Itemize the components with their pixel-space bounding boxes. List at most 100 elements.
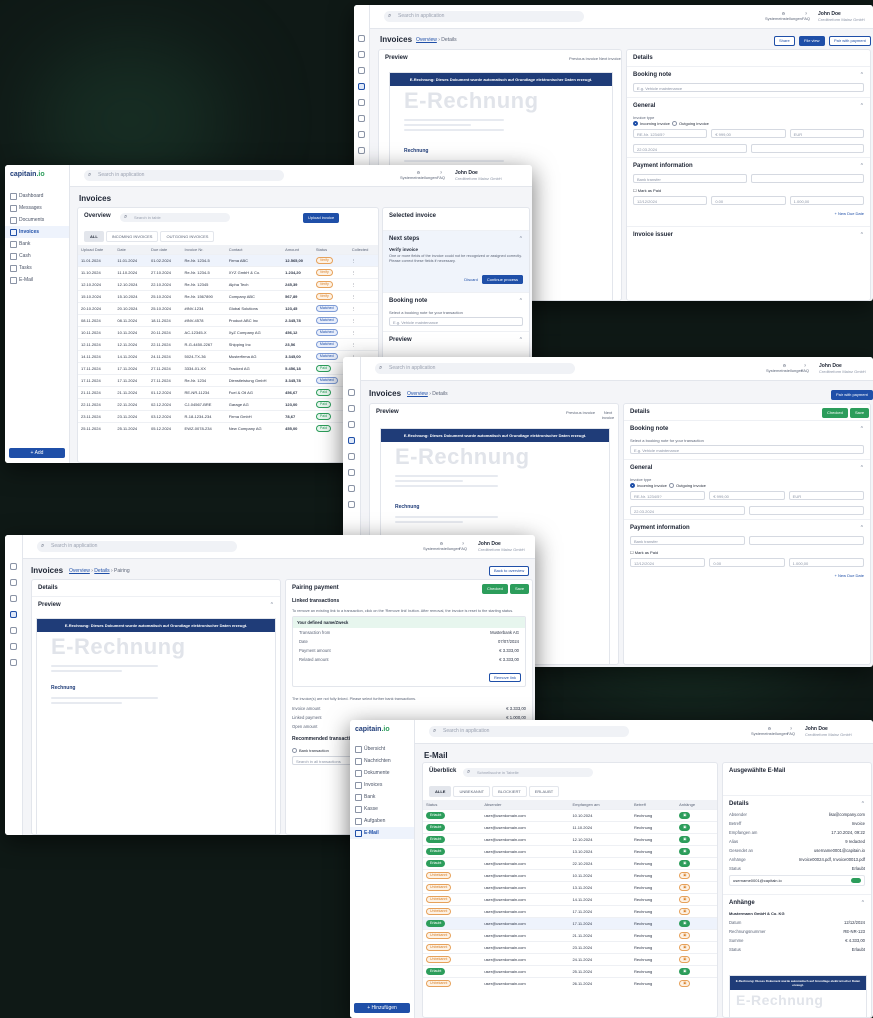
table-row[interactable]: 22.11.2024 22.11.2024 02.12.2024 CJ-04567-B… xyxy=(78,398,378,411)
tab-unbekannt[interactable]: UNBEKANNT xyxy=(453,786,491,797)
dashboard-icon[interactable] xyxy=(358,35,365,42)
tab-all[interactable]: ALL xyxy=(84,231,104,242)
crumb-overview[interactable]: Overview xyxy=(69,568,90,574)
table-search-input[interactable]: Search in table xyxy=(120,213,230,222)
sidebar-item-email[interactable]: E-Mail xyxy=(5,274,69,286)
more-icon[interactable]: ⋮ xyxy=(348,338,378,351)
table-row[interactable]: Erlaubt user@userdomain.com 17.11.2024 Rech… xyxy=(423,917,717,930)
table-row[interactable]: 11.10.2024 11.10.2024 27.10.2024 Re-Nr. 123… xyxy=(78,266,378,279)
sidebar-item-bersicht[interactable]: Übersicht xyxy=(350,743,414,755)
documents-icon[interactable] xyxy=(358,67,365,74)
sidebar-item-messages[interactable]: Messages xyxy=(5,202,69,214)
status-badge[interactable]: Unbekannt xyxy=(426,980,452,988)
table-row[interactable]: 12.11.2024 12.11.2024 22.11.2024 R-G-4450-2… xyxy=(78,338,378,351)
help-icon[interactable]: ? FAQ xyxy=(802,11,810,21)
status-badge[interactable]: Erlaubt xyxy=(426,860,446,867)
crumb-details[interactable]: Details xyxy=(94,568,109,574)
help-icon[interactable]: ? FAQ xyxy=(801,363,809,373)
payment-section[interactable]: Payment information xyxy=(624,519,870,534)
table-row[interactable]: 25.11.2024 25.11.2024 05.12.2024 EWZ-0078-2… xyxy=(78,422,378,435)
booking-note-select[interactable]: E.g. Vehicle maintenance xyxy=(633,83,864,92)
alias-toggle[interactable] xyxy=(851,878,861,883)
documents-icon[interactable] xyxy=(348,421,355,428)
status-badge[interactable]: Erlaubt xyxy=(426,836,446,843)
cash-icon[interactable] xyxy=(10,643,17,650)
status-badge[interactable]: Matched xyxy=(315,377,338,384)
attachment-icon[interactable]: ▣ xyxy=(679,872,691,879)
status-badge[interactable]: Verify xyxy=(315,293,333,300)
attachment-icon[interactable]: ▣ xyxy=(679,920,691,927)
status-badge[interactable]: Matched xyxy=(315,329,338,336)
add-button[interactable]: + Hinzufügen xyxy=(354,1003,410,1013)
next-steps-section[interactable]: Next steps xyxy=(383,230,529,245)
bank-icon[interactable] xyxy=(348,453,355,460)
tab-erlaubt[interactable]: ERLAUBT xyxy=(528,786,560,797)
file-view-button[interactable]: File view xyxy=(799,36,825,46)
total-input[interactable]: € 999,00 xyxy=(711,129,786,139)
incoming-radio[interactable] xyxy=(630,483,635,489)
sidebar-item-tasks[interactable]: Tasks xyxy=(5,262,69,274)
column-header[interactable]: Status xyxy=(423,800,482,810)
sidebar-item-documents[interactable]: Documents xyxy=(5,214,69,226)
amount-due-input[interactable]: 1.000,00 xyxy=(788,558,864,568)
invoice-date-input[interactable]: 22.03.2024 xyxy=(630,506,745,516)
attachment-icon[interactable]: ▣ xyxy=(679,980,691,988)
add-button[interactable]: + Add xyxy=(9,448,65,458)
attachment-icon[interactable]: ▣ xyxy=(679,956,691,963)
due-date-input[interactable] xyxy=(749,506,864,516)
column-header[interactable]: Date xyxy=(114,245,148,255)
sidebar-item-invoices[interactable]: Invoices xyxy=(350,779,414,791)
status-badge[interactable]: Erlaubt xyxy=(426,968,446,975)
attachment-icon[interactable]: ▣ xyxy=(679,848,691,855)
attachments-section[interactable]: Anhänge xyxy=(723,894,871,909)
status-badge[interactable]: Paid xyxy=(315,413,332,420)
continue-process-button[interactable]: Continue process xyxy=(481,275,523,284)
currency-select[interactable]: EUR xyxy=(789,129,864,139)
status-badge[interactable]: Paid xyxy=(315,365,332,372)
due-date-value[interactable]: 12/12/2024 xyxy=(630,558,706,568)
invoice-date-input[interactable]: 22.03.2024 xyxy=(633,144,747,154)
tab-blockiert[interactable]: BLOCKIERT xyxy=(492,786,527,797)
payment-date-input[interactable] xyxy=(750,174,864,184)
table-row[interactable]: Unbekannt user@userdomain.com 10.11.2024 Re… xyxy=(423,869,717,882)
invoices-icon[interactable] xyxy=(358,83,365,90)
user-menu[interactable]: John Doe Creditreform Mainz GmbH xyxy=(805,726,852,738)
more-icon[interactable]: ⋮ xyxy=(348,278,378,291)
search-input[interactable]: Search in application xyxy=(384,11,584,22)
status-badge[interactable]: Unbekannt xyxy=(426,956,452,963)
total-input[interactable]: € 999,00 xyxy=(709,491,785,501)
status-badge[interactable]: Unbekannt xyxy=(426,896,452,903)
table-row[interactable]: 08.11.2024 08.11.2024 18.11.2024 #INV-4578 P… xyxy=(78,314,378,327)
tasks-icon[interactable] xyxy=(358,131,365,138)
status-badge[interactable]: Unbekannt xyxy=(426,872,452,879)
settings-icon[interactable]: ⚙ Systemeinstellungen xyxy=(400,170,437,180)
attachment-icon[interactable]: ▣ xyxy=(679,944,691,951)
attachment-icon[interactable]: ▣ xyxy=(679,836,691,843)
txn-title[interactable]: Your defined name/Zweck xyxy=(293,617,525,628)
status-badge[interactable]: Erlaubt xyxy=(426,920,446,927)
booking-note-select[interactable]: E.g. Vehicle maintenance xyxy=(630,445,864,454)
mark-paid-checkbox[interactable]: ☐ Mark as Paid xyxy=(627,187,870,194)
logo[interactable]: capitain.io xyxy=(5,165,69,184)
save-button[interactable]: Save xyxy=(510,584,530,594)
table-row[interactable]: 11.01.2024 11.01.2024 01.02.2024 Re-Nr. 123… xyxy=(78,254,378,267)
user-menu[interactable]: John Doe Creditreform Mainz GmbH xyxy=(819,363,866,375)
user-menu[interactable]: John Doe Creditreform Mainz GmbH xyxy=(818,11,865,23)
remove-link-button[interactable]: Remove link xyxy=(488,673,521,682)
status-badge[interactable]: Matched xyxy=(315,341,338,348)
help-icon[interactable]: ? FAQ xyxy=(437,170,445,180)
incoming-radio[interactable] xyxy=(633,121,638,127)
share-button[interactable]: Share xyxy=(774,36,795,46)
status-badge[interactable]: Unbekannt xyxy=(426,944,452,951)
preview-section[interactable]: Preview xyxy=(32,596,280,611)
invoice-nr-input[interactable]: RE-Nr. 1234/5? xyxy=(630,491,706,501)
table-row[interactable]: 15.10.2024 15.10.2024 25.10.2024 Re-Nr. 156… xyxy=(78,290,378,303)
invoice-issuer-section[interactable]: Invoice issuer xyxy=(627,226,870,241)
documents-icon[interactable] xyxy=(10,595,17,602)
sidebar-item-invoices[interactable]: Invoices xyxy=(5,226,69,238)
table-row[interactable]: Unbekannt user@userdomain.com 14.11.2024 Re… xyxy=(423,893,717,906)
status-badge[interactable]: Erlaubt xyxy=(426,812,446,819)
sidebar-item-bank[interactable]: Bank xyxy=(350,791,414,803)
table-row[interactable]: Unbekannt user@userdomain.com 21.11.2024 Re… xyxy=(423,929,717,942)
attachment-preview[interactable]: E-Rechnung: Dieses Dokument wurde automa… xyxy=(729,975,867,1017)
